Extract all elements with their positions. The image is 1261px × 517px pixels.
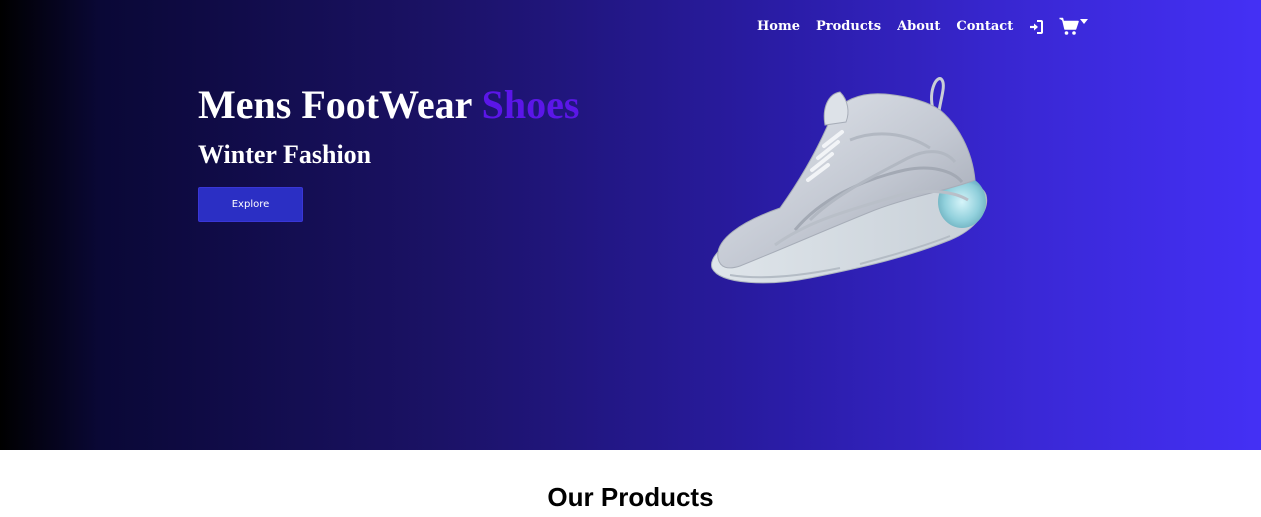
hero-section: Home Products About Contact Mens FootWea…: [0, 0, 1261, 450]
explore-button[interactable]: Explore: [198, 187, 303, 222]
our-products-heading: Our Products: [547, 482, 714, 512]
hero-subtitle: Winter Fashion: [198, 140, 372, 169]
hero-title-main: Mens FootWear: [198, 82, 472, 127]
nav-link-products[interactable]: Products: [816, 16, 881, 38]
nav-link-home[interactable]: Home: [757, 16, 800, 38]
hero-title: Mens FootWear Shoes: [198, 82, 579, 128]
nav-link-contact[interactable]: Contact: [956, 16, 1013, 38]
hero-title-accent: Shoes: [481, 82, 580, 127]
caret-down-icon[interactable]: [1080, 19, 1089, 25]
nav-link-about[interactable]: About: [897, 16, 940, 38]
sneaker-image: [711, 77, 988, 284]
shopping-cart-icon[interactable]: [1059, 17, 1089, 37]
top-nav: Home Products About Contact: [757, 16, 1089, 38]
sign-in-icon[interactable]: [1029, 20, 1044, 34]
